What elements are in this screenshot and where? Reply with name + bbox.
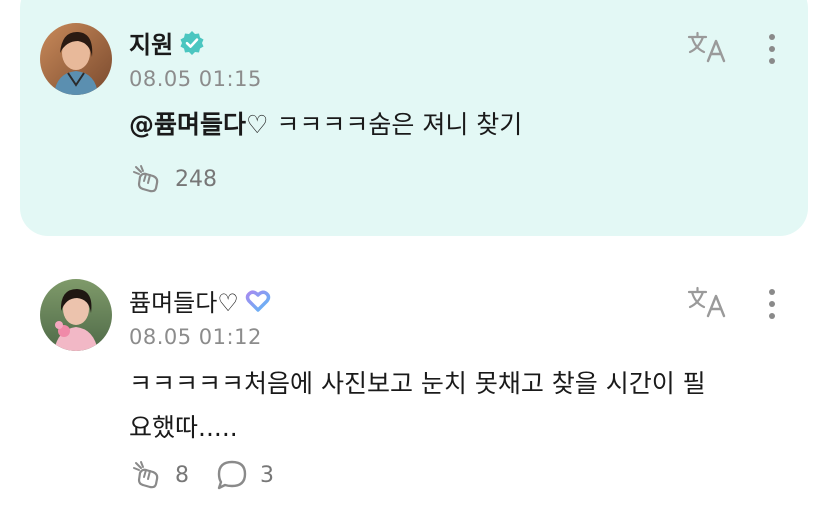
- avatar[interactable]: [40, 23, 112, 95]
- comment-count: 3: [260, 462, 274, 488]
- like-count: 8: [175, 462, 189, 488]
- author-name[interactable]: 지원: [129, 25, 173, 60]
- more-options-button[interactable]: [765, 287, 779, 321]
- like-button[interactable]: 8: [129, 459, 189, 491]
- author-row: 지원: [129, 25, 205, 60]
- like-button[interactable]: 248: [129, 163, 217, 195]
- avatar[interactable]: [40, 279, 112, 351]
- translate-button[interactable]: [686, 285, 728, 319]
- more-options-icon: [765, 287, 779, 321]
- comment-button[interactable]: 3: [216, 459, 274, 491]
- author-name[interactable]: 퓸며들다♡: [129, 283, 239, 318]
- translate-icon: [686, 30, 728, 64]
- post-body: @퓸며들다♡ ㅋㅋㅋㅋ숨은 져니 찾기: [129, 103, 522, 147]
- timestamp: 08.05 01:15: [129, 67, 262, 91]
- fan-post: 퓸며들다♡ 08.05 01:12 ㅋㅋㅋㅋㅋ처음에 사진보고 눈치 못채고 찾…: [0, 262, 828, 512]
- post-text-line-2: 요했따.....: [129, 413, 238, 442]
- like-count: 248: [175, 166, 217, 192]
- like-icon: [129, 163, 163, 195]
- post-text: ㅋㅋㅋㅋ숨은 져니 찾기: [268, 110, 523, 139]
- post-text-line-1: ㅋㅋㅋㅋㅋ처음에 사진보고 눈치 못채고 찾을 시간이 필: [129, 369, 706, 398]
- more-options-button[interactable]: [765, 32, 779, 66]
- artist-post: 지원 08.05 01:15 @퓸며들다♡ ㅋㅋㅋㅋ숨은 져니 찾기 248: [0, 0, 828, 236]
- like-icon: [129, 459, 163, 491]
- verified-badge-icon: [179, 30, 205, 56]
- timestamp: 08.05 01:12: [129, 325, 262, 349]
- mention-link[interactable]: @퓸며들다♡: [129, 110, 268, 139]
- translate-icon: [686, 285, 728, 319]
- comment-icon: [216, 459, 248, 491]
- post-body: ㅋㅋㅋㅋㅋ처음에 사진보고 눈치 못채고 찾을 시간이 필 요했따.....: [129, 362, 706, 450]
- translate-button[interactable]: [686, 30, 728, 64]
- more-options-icon: [765, 32, 779, 66]
- membership-heart-icon: [245, 288, 271, 314]
- author-row: 퓸며들다♡: [129, 283, 271, 318]
